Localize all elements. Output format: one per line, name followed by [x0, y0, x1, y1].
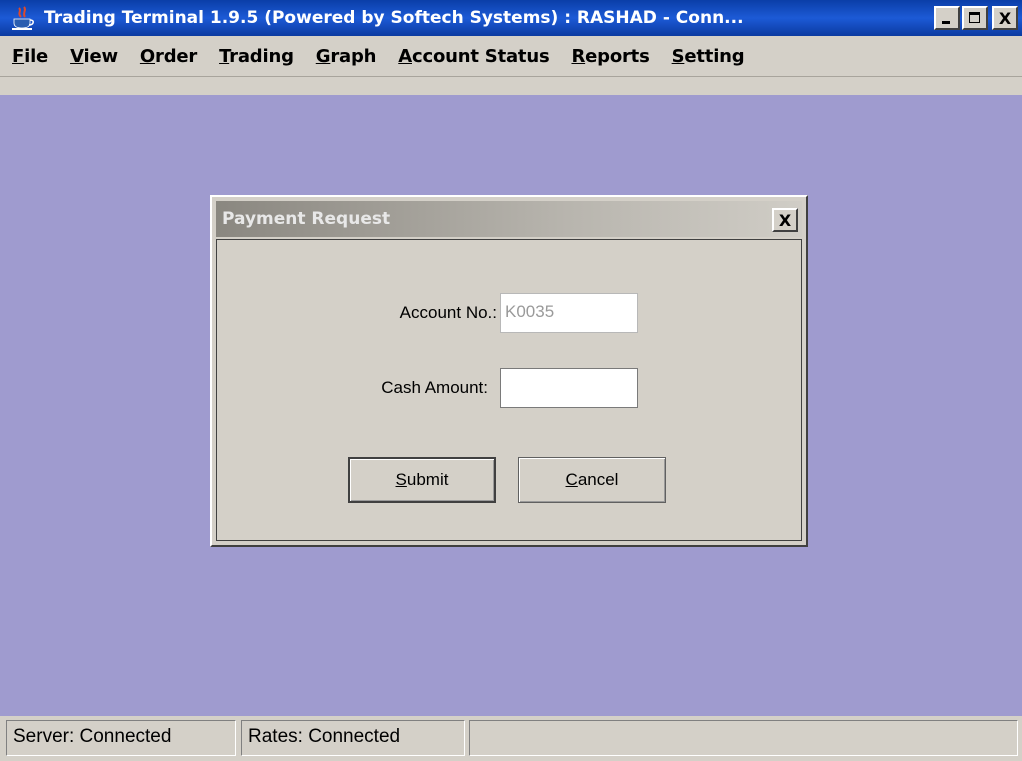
server-status: Server: Connected [6, 720, 236, 756]
rates-status: Rates: Connected [241, 720, 465, 756]
title-bar[interactable]: Trading Terminal 1.9.5 (Powered by Softe… [0, 0, 1022, 36]
dialog-close-button[interactable]: X [772, 208, 798, 232]
cancel-button[interactable]: Cancel [518, 457, 666, 503]
menu-graph[interactable]: Graph [305, 46, 388, 67]
menu-view[interactable]: View [59, 46, 129, 67]
submit-button[interactable]: Submit [348, 457, 496, 503]
menu-reports[interactable]: Reports [560, 46, 660, 67]
maximize-button[interactable] [962, 6, 988, 30]
payment-request-dialog: Payment Request X Account No.: K0035 Cas… [210, 195, 808, 547]
window-controls: X [934, 6, 1018, 30]
account-label: Account No.: [399, 303, 497, 322]
dialog-body: Account No.: K0035 Cash Amount: Submit C… [216, 239, 802, 541]
menu-order[interactable]: Order [129, 46, 208, 67]
maximize-icon [969, 12, 980, 23]
status-message [469, 720, 1018, 756]
menu-account-status[interactable]: Account Status [387, 46, 560, 67]
java-cup-icon [12, 6, 34, 30]
close-icon: X [778, 210, 792, 230]
application-window: Trading Terminal 1.9.5 (Powered by Softe… [0, 0, 1022, 761]
menu-trading[interactable]: Trading [208, 46, 305, 67]
minimize-button[interactable] [934, 6, 960, 30]
window-title: Trading Terminal 1.9.5 (Powered by Softe… [44, 8, 744, 28]
cash-amount-label: Cash Amount: [381, 378, 488, 397]
cash-amount-field[interactable] [500, 368, 638, 408]
menu-file[interactable]: File [0, 46, 59, 67]
menu-setting[interactable]: Setting [661, 46, 756, 67]
status-bar: Server: Connected Rates: Connected [0, 716, 1022, 761]
dialog-title: Payment Request [222, 209, 391, 229]
minimize-icon [942, 21, 950, 24]
menu-bar: File View Order Trading Graph Account St… [0, 36, 1022, 77]
close-button[interactable]: X [992, 6, 1018, 30]
account-field[interactable]: K0035 [500, 293, 638, 333]
dialog-title-bar[interactable]: Payment Request X [216, 201, 802, 237]
close-icon: X [998, 8, 1012, 28]
